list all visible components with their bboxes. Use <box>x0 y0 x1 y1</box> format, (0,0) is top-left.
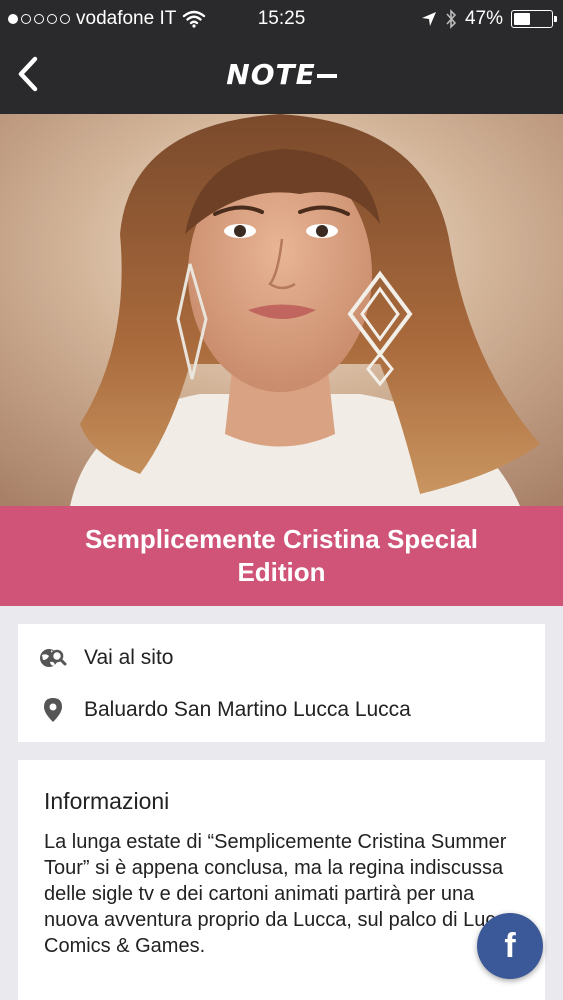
app-logo-text: NOTE <box>226 58 316 91</box>
facebook-share-button[interactable]: f <box>477 913 543 979</box>
battery-percent: 47% <box>464 8 503 29</box>
event-title-banner: Semplicemente Cristina Special Edition <box>0 506 563 606</box>
website-link[interactable]: Vai al sito <box>18 632 545 684</box>
bluetooth-icon <box>446 9 457 29</box>
app-logo: NOTE <box>0 58 563 91</box>
info-heading: Informazioni <box>44 788 170 814</box>
event-title: Semplicemente Cristina Special Edition <box>84 524 479 587</box>
info-body: La lunga estate di “Semplicemente Cristi… <box>44 831 517 957</box>
location-link-label: Baluardo San Martino Lucca Lucca <box>84 698 411 721</box>
location-arrow-icon <box>421 12 436 26</box>
status-bar: vodafone IT 15:25 47% <box>0 0 563 38</box>
info-card: Informazioni La lunga estate di “Semplic… <box>18 760 545 1000</box>
event-hero-image <box>0 114 563 506</box>
facebook-icon: f <box>504 926 516 965</box>
battery-icon <box>511 10 557 28</box>
map-pin-icon <box>38 697 68 723</box>
event-detail-screen: vodafone IT 15:25 47% NOTE Semplicemente… <box>0 0 563 1000</box>
navigation-bar: NOTE <box>0 38 563 114</box>
links-card: Vai al sito Baluardo San Martino Lucca L… <box>18 624 545 742</box>
globe-search-icon <box>38 646 68 670</box>
location-link[interactable]: Baluardo San Martino Lucca Lucca <box>18 684 545 736</box>
status-right: 47% <box>421 8 557 30</box>
website-link-label: Vai al sito <box>84 646 174 669</box>
